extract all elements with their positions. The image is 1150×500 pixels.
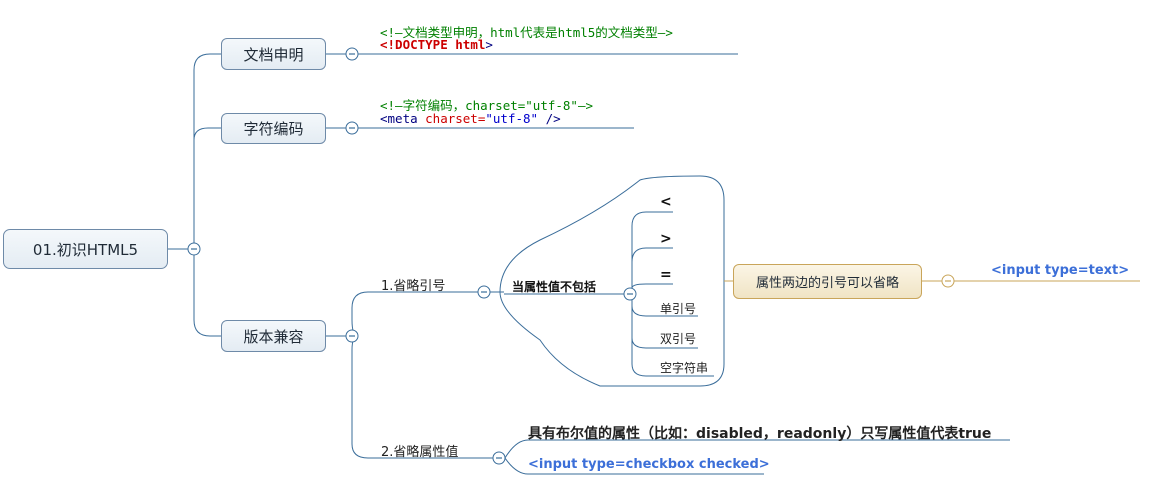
condition-item[interactable]: = [660, 267, 672, 283]
connector-compat-quotes [351, 291, 478, 337]
root-node[interactable]: 01.初识HTML5 [3, 229, 168, 269]
quotes-example[interactable]: <input type=text> [991, 263, 1129, 278]
condition-item[interactable]: < [660, 194, 672, 210]
charset-code: <meta charset="utf-8" /> [380, 111, 561, 126]
node-charset-label: 字符编码 [243, 120, 304, 138]
node-compat-label: 版本兼容 [243, 327, 304, 346]
charset-code-value: "utf-8" [485, 111, 539, 126]
doc-code-close: > [485, 37, 493, 52]
charset-code-tag: <meta [380, 111, 426, 126]
attrs-example[interactable]: <input type=checkbox checked> [528, 457, 770, 472]
node-compat[interactable]: 版本兼容 [221, 320, 326, 352]
conclusion-node[interactable]: 属性两边的引号可以省略 [733, 264, 922, 299]
charset-code-close: /> [538, 111, 561, 126]
condition-item[interactable]: 空字符串 [660, 359, 708, 376]
doc-code-open: <!DOCTYPE [380, 37, 456, 52]
condition-item[interactable]: 单引号 [660, 300, 696, 317]
connector-root-compat [193, 249, 221, 337]
connector-root-doc [193, 53, 221, 249]
node-charset[interactable]: 字符编码 [221, 113, 326, 144]
node-doc-label: 文档申明 [243, 45, 304, 64]
condition-label[interactable]: 当属性值不包括 [512, 278, 596, 295]
connector-root-charset [193, 127, 221, 141]
conclusion-label: 属性两边的引号可以省略 [755, 276, 899, 291]
doc-code: <!DOCTYPE html> [380, 37, 493, 52]
condition-item[interactable]: 双引号 [660, 330, 696, 347]
node-doc-declaration[interactable]: 文档申明 [221, 38, 326, 70]
sub-omit-attr-values[interactable]: 2.省略属性值 [381, 441, 458, 460]
sub-omit-quotes[interactable]: 1.省略引号 [381, 275, 445, 294]
condition-item[interactable]: > [660, 231, 672, 247]
connector-compat-attrs [351, 335, 493, 459]
root-label: 01.初识HTML5 [32, 240, 139, 259]
doc-code-keyword: html [455, 37, 486, 52]
charset-code-attr: charset= [425, 111, 486, 126]
attrs-description[interactable]: 具有布尔值的属性（比如：disabled，readonly）只写属性值代表tru… [528, 423, 991, 443]
